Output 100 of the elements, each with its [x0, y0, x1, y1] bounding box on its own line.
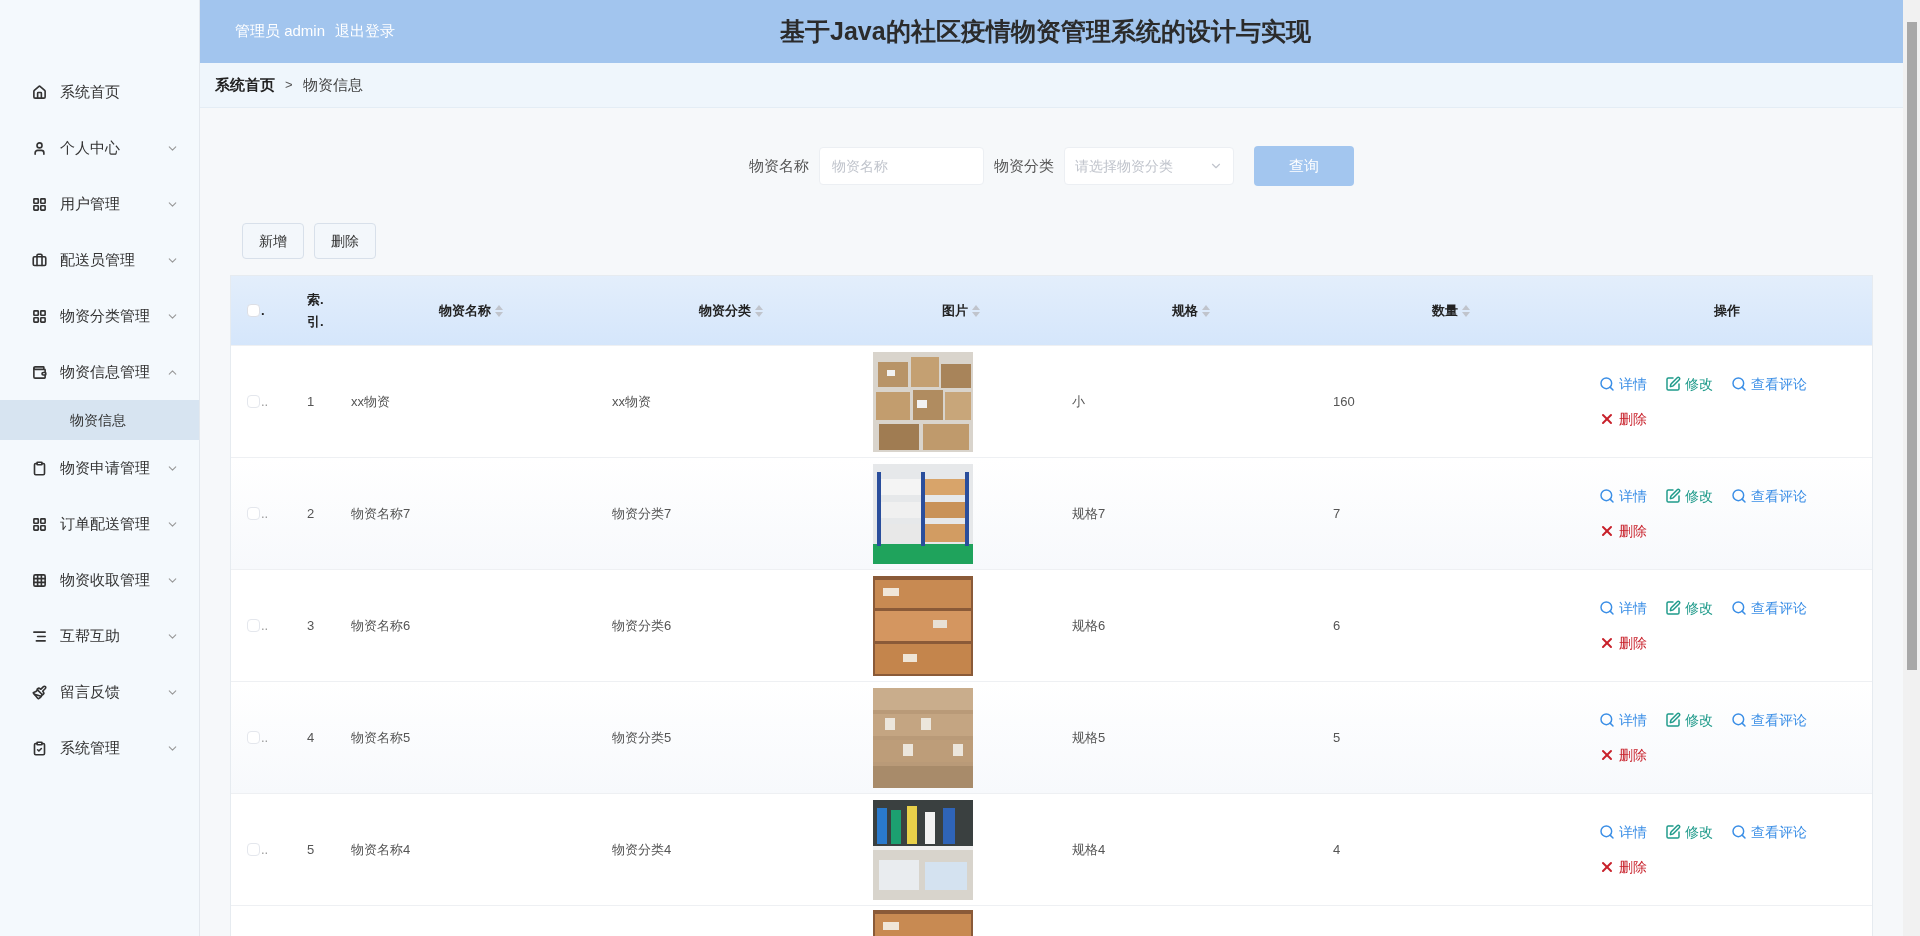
table-cell: 物资名称5: [351, 729, 411, 745]
grid-icon: [32, 572, 47, 588]
wallet-icon: [32, 364, 47, 380]
checkbox-label: ..: [261, 728, 269, 747]
sort-icon[interactable]: [755, 304, 763, 317]
search-icon: [1599, 488, 1615, 504]
delete-link[interactable]: 删除: [1595, 406, 1651, 432]
sort-icon[interactable]: [1202, 304, 1210, 317]
home-icon: [32, 84, 47, 100]
sort-icon[interactable]: [495, 304, 503, 317]
delete-link[interactable]: 删除: [1595, 630, 1651, 656]
name-input-field[interactable]: 物资名称: [819, 147, 984, 185]
breadcrumb-link[interactable]: 系统首页: [215, 73, 275, 97]
column-header: 操作: [1713, 301, 1740, 320]
column-header[interactable]: 数量: [1432, 300, 1458, 321]
table-cell: 160: [1333, 393, 1355, 409]
field-label: 物资分类: [994, 155, 1054, 176]
delete-link[interactable]: 删除: [1595, 742, 1651, 768]
view-link[interactable]: 详情: [1595, 595, 1651, 621]
edit-link[interactable]: 修改: [1661, 595, 1717, 621]
search-icon: [1731, 712, 1747, 728]
table-cell: xx物资: [351, 393, 390, 409]
menu-item[interactable]: 配送员管理: [0, 232, 199, 288]
table-cell: 物资分类7: [612, 505, 672, 521]
clipboard-check-icon: [32, 740, 47, 756]
field-label: 物资名称: [749, 155, 809, 176]
delete-link[interactable]: 删除: [1595, 854, 1651, 880]
menu-item[interactable]: 用户管理: [0, 176, 199, 232]
menu-item[interactable]: 系统管理: [0, 720, 199, 776]
add-button[interactable]: 新增: [242, 223, 304, 259]
edit-link[interactable]: 修改: [1661, 819, 1717, 845]
delete-button[interactable]: 删除: [314, 223, 376, 259]
edit-icon: [1665, 600, 1681, 616]
menu-item[interactable]: 订单配送管理: [0, 496, 199, 552]
checkbox[interactable]: [247, 731, 260, 744]
menu-item[interactable]: 物资申请管理: [0, 440, 199, 496]
checkbox[interactable]: [247, 395, 260, 408]
menu-item[interactable]: 物资收取管理: [0, 552, 199, 608]
user-icon: [32, 140, 47, 156]
edit-link[interactable]: 修改: [1661, 371, 1717, 397]
table-cell: 小: [1072, 393, 1085, 409]
sort-icon[interactable]: [1462, 304, 1470, 317]
view-link[interactable]: 详情: [1595, 819, 1651, 845]
scrollbar[interactable]: [1903, 0, 1920, 936]
breadcrumb-separator: >: [285, 76, 293, 95]
breadcrumb-current: 物资信息: [302, 74, 363, 95]
checkbox[interactable]: [247, 304, 260, 317]
view-link[interactable]: 查看评论: [1727, 483, 1811, 509]
edit-link[interactable]: 修改: [1661, 483, 1717, 509]
briefcase-icon: [32, 252, 47, 268]
submenu-item[interactable]: 物资信息: [0, 400, 199, 440]
list-icon: [32, 628, 47, 644]
column-header[interactable]: 图片: [942, 300, 968, 321]
edit-icon: [1665, 824, 1681, 840]
table-cell: 物资分类5: [612, 729, 672, 745]
column-header[interactable]: 物资分类: [699, 300, 751, 321]
scrollbar-thumb[interactable]: [1906, 22, 1917, 670]
column-header[interactable]: 规格: [1172, 300, 1198, 321]
edit-icon: [1665, 712, 1681, 728]
sort-icon[interactable]: [972, 304, 980, 317]
delete-link[interactable]: 删除: [1595, 518, 1651, 544]
close-icon: [1599, 635, 1615, 651]
menu-item[interactable]: 物资分类管理: [0, 288, 199, 344]
view-link[interactable]: 查看评论: [1727, 819, 1811, 845]
checkbox[interactable]: [247, 843, 260, 856]
checkbox[interactable]: [247, 619, 260, 632]
view-link[interactable]: 详情: [1595, 371, 1651, 397]
table-cell: 物资名称4: [351, 841, 411, 857]
table-cell: 规格4: [1072, 841, 1106, 857]
menu-item[interactable]: 物资信息管理: [0, 344, 199, 400]
brush-icon: [32, 684, 47, 700]
menu-item[interactable]: 留言反馈: [0, 664, 199, 720]
view-link[interactable]: 查看评论: [1727, 371, 1811, 397]
view-link[interactable]: 详情: [1595, 483, 1651, 509]
search-icon: [1599, 600, 1615, 616]
grid-icon: [32, 516, 47, 532]
close-icon: [1599, 747, 1615, 763]
search-icon: [1731, 488, 1747, 504]
table-cell: 4: [307, 729, 315, 745]
table-cell: 3: [307, 617, 315, 633]
menu-item[interactable]: 个人中心: [0, 120, 199, 176]
checkbox-label: ..: [261, 504, 269, 523]
close-icon: [1599, 411, 1615, 427]
menu-item[interactable]: 互帮互助: [0, 608, 199, 664]
menu-item[interactable]: 系统首页: [0, 64, 199, 120]
checkbox[interactable]: [247, 507, 260, 520]
search-icon: [1731, 376, 1747, 392]
table-cell: 5: [1333, 729, 1341, 745]
edit-icon: [1665, 488, 1681, 504]
edit-link[interactable]: 修改: [1661, 707, 1717, 733]
clipboard-icon: [32, 460, 47, 476]
user-label: 管理员 admin: [235, 21, 326, 42]
view-link[interactable]: 详情: [1595, 707, 1651, 733]
checkbox-label: ..: [261, 392, 269, 411]
view-link[interactable]: 查看评论: [1727, 707, 1811, 733]
view-link[interactable]: 查看评论: [1727, 595, 1811, 621]
table-cell: 4: [1333, 841, 1341, 857]
column-header[interactable]: 物资名称: [439, 300, 491, 321]
table-cell: 5: [307, 841, 315, 857]
edit-icon: [1665, 376, 1681, 392]
